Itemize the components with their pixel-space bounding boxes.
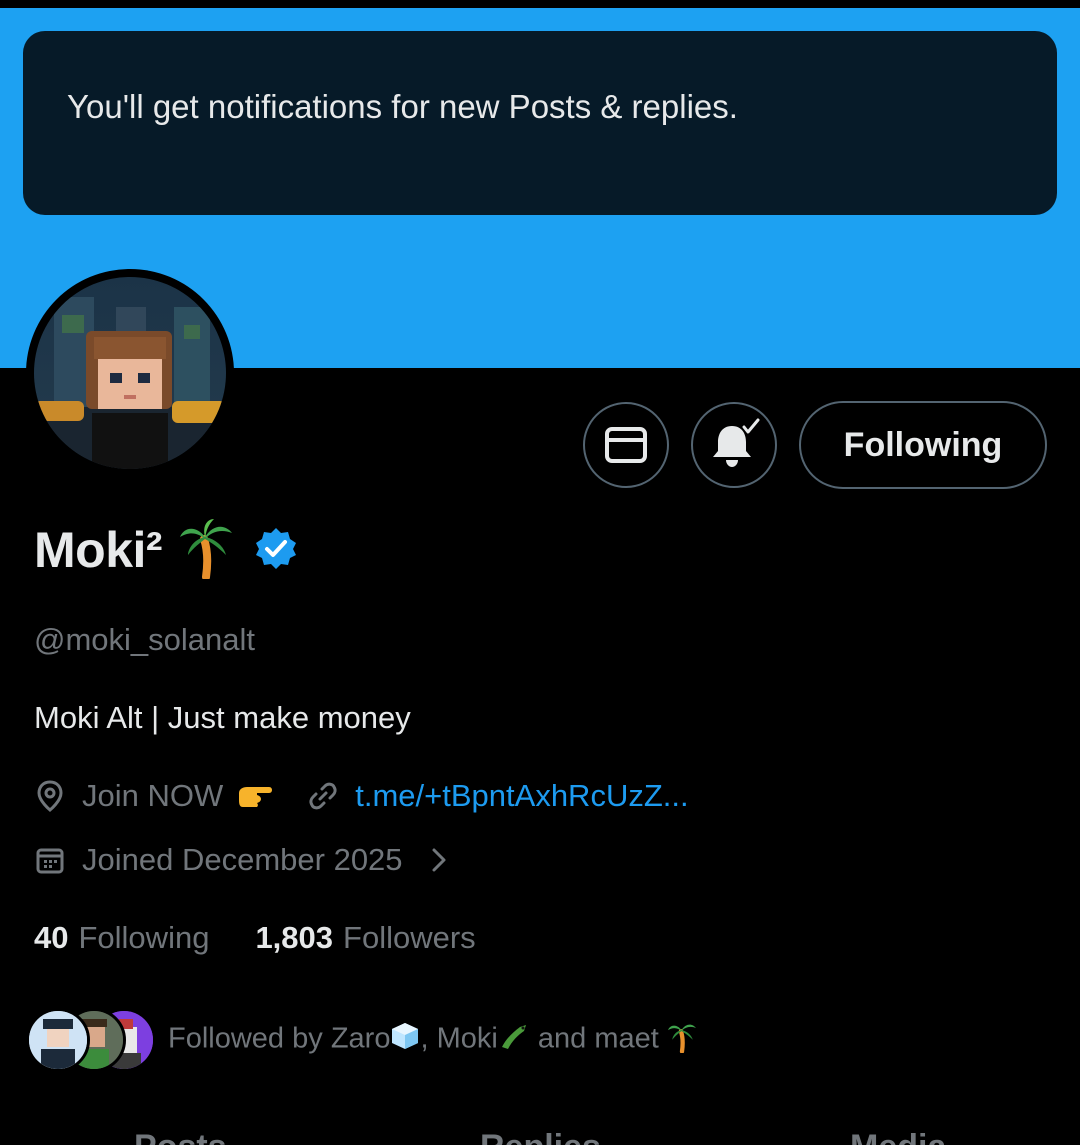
followed-by-row[interactable]: Followed by Zaro , Moki and maet: [26, 1006, 697, 1074]
envelope-icon: [605, 427, 647, 463]
avatar: [26, 1008, 90, 1072]
follower-name: Zaro: [330, 1022, 391, 1055]
profile-handle: @moki_solanalt: [34, 622, 256, 657]
crocodile-icon: [498, 1021, 530, 1059]
following-count: 40: [34, 920, 69, 955]
followers-label: Followers: [343, 920, 476, 955]
calendar-icon: [34, 844, 66, 876]
avatar-image: [34, 277, 226, 469]
chevron-right-icon: [431, 847, 447, 873]
palm-tree-icon: [178, 517, 234, 584]
followers-stat[interactable]: 1,803 Followers: [255, 920, 475, 956]
follow-stats: 40 Following 1,803 Followers: [34, 920, 476, 956]
following-stat[interactable]: 40 Following: [34, 920, 209, 956]
pointing-right-icon: [235, 781, 275, 811]
following-button[interactable]: Following: [799, 401, 1047, 489]
profile-tabs: Posts Replies Media: [0, 1128, 1080, 1145]
name-row: Moki²: [34, 518, 298, 582]
verified-badge-icon[interactable]: [254, 526, 298, 575]
bell-check-icon: [713, 418, 760, 467]
display-name: Moki²: [34, 522, 163, 578]
notifications-button[interactable]: [691, 402, 777, 488]
joined-row[interactable]: Joined December 2025: [34, 842, 447, 878]
profile-location: Join NOW: [82, 778, 224, 813]
followed-by-text: Followed by Zaro , Moki and maet: [168, 1019, 697, 1061]
profile-meta-row: Join NOW t.me/+tBpntAxhRcUzZ...: [34, 778, 689, 814]
follower-avatars: [26, 1006, 156, 1074]
palm-tree-icon: [667, 1019, 697, 1061]
followed-by-joiner: and: [537, 1022, 587, 1055]
followers-count: 1,803: [255, 920, 334, 955]
ice-cube-icon: [390, 1021, 420, 1059]
follower-name: Moki: [436, 1022, 498, 1055]
tab-media[interactable]: Media: [850, 1128, 946, 1145]
status-strip: [0, 0, 1080, 8]
profile-website-link[interactable]: t.me/+tBpntAxhRcUzZ...: [355, 778, 688, 814]
notification-toast: You'll get notifications for new Posts &…: [23, 31, 1057, 215]
toast-message: You'll get notifications for new Posts &…: [67, 88, 738, 125]
joined-date: Joined December 2025: [82, 842, 403, 877]
profile-bio: Moki Alt | Just make money: [34, 700, 411, 735]
tab-replies[interactable]: Replies: [480, 1128, 601, 1145]
tab-posts[interactable]: Posts: [134, 1128, 227, 1145]
follower-name: maet: [594, 1022, 659, 1055]
link-icon: [307, 780, 339, 812]
profile-avatar[interactable]: [26, 269, 234, 477]
following-label: Following: [78, 920, 210, 955]
message-button[interactable]: [583, 402, 669, 488]
location-pin-icon: [34, 780, 66, 812]
followed-by-prefix: Followed by: [168, 1022, 331, 1055]
